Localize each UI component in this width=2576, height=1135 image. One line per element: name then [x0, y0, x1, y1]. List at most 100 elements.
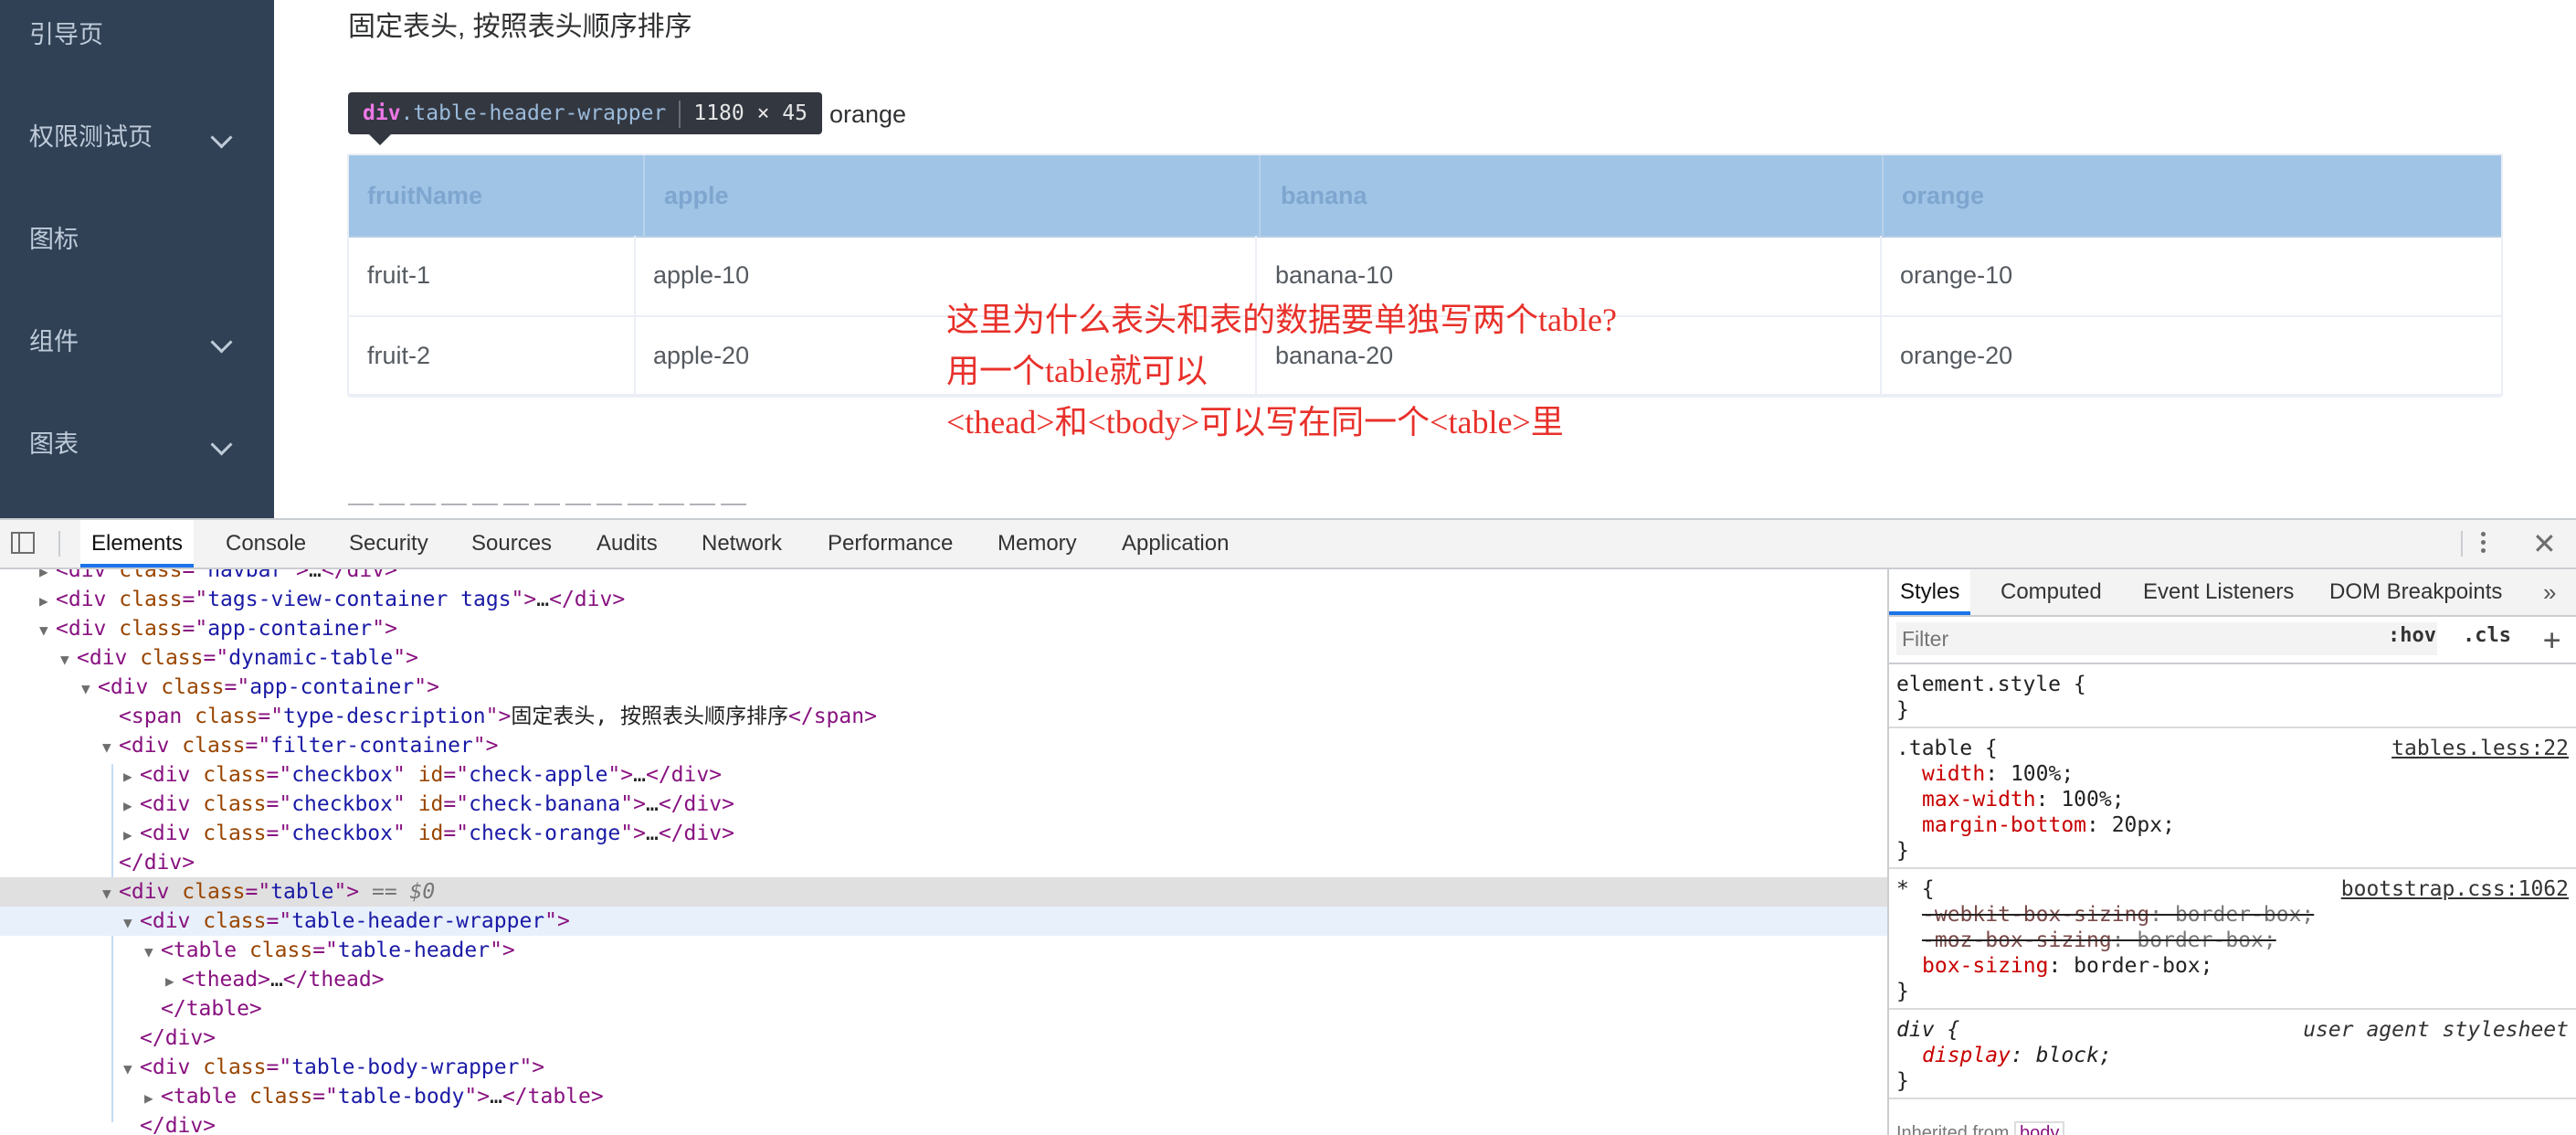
- dock-side-icon[interactable]: [11, 532, 35, 554]
- expanded-triangle-icon[interactable]: ▼: [102, 879, 119, 908]
- collapsed-triangle-icon[interactable]: ▶: [123, 762, 140, 791]
- dom-node-line[interactable]: ▼ <div class="table"> == $0: [0, 877, 1887, 907]
- tab-performance[interactable]: Performance: [817, 520, 964, 568]
- dom-node-line[interactable]: <span class="type-description">固定表头, 按照表…: [0, 702, 1887, 731]
- devtools-panel: Elements Console Security Sources Audits…: [0, 518, 2576, 1135]
- collapsed-triangle-icon[interactable]: ▶: [123, 791, 140, 821]
- rule-selector[interactable]: element.style {: [1896, 672, 2086, 697]
- dom-token: =": [266, 763, 292, 787]
- tab-sources[interactable]: Sources: [460, 520, 563, 568]
- more-options-icon[interactable]: [2481, 532, 2486, 556]
- css-declaration[interactable]: -moz-box-sizing: border-box;: [1922, 928, 2276, 953]
- tab-computed[interactable]: Computed: [1990, 569, 2113, 615]
- css-declaration[interactable]: display: block;: [1922, 1043, 2112, 1068]
- tab-event-listeners[interactable]: Event Listeners: [2132, 569, 2305, 615]
- expanded-triangle-icon[interactable]: ▼: [39, 616, 56, 645]
- dom-token: ">: [607, 763, 634, 787]
- dom-node-line[interactable]: ▶ <div class="checkbox" id="check-apple">…: [0, 760, 1887, 790]
- expanded-triangle-icon[interactable]: ▼: [81, 674, 98, 704]
- dom-node-line[interactable]: ▼ <table class="table-header">: [0, 936, 1887, 965]
- expanded-triangle-icon[interactable]: ▼: [123, 1055, 140, 1084]
- close-icon[interactable]: ✕: [2532, 527, 2557, 560]
- tab-audits[interactable]: Audits: [586, 520, 669, 568]
- dom-token: app-container: [207, 617, 373, 641]
- column-header-banana: banana: [1281, 182, 1367, 209]
- dom-node-line[interactable]: ▶ <div class="checkbox" id="check-banana"…: [0, 790, 1887, 819]
- expanded-triangle-icon[interactable]: ▼: [123, 908, 140, 938]
- table-cell: orange-10: [1900, 261, 2013, 289]
- expanded-triangle-icon[interactable]: ▼: [144, 938, 161, 967]
- sidebar-item-components[interactable]: 组件: [0, 314, 274, 369]
- rule-selector[interactable]: div {: [1896, 1017, 1959, 1043]
- dom-node-line[interactable]: ▶ <div class="tags-view-container tags">……: [0, 585, 1887, 614]
- dom-token: checkbox: [291, 763, 393, 787]
- dom-node-line[interactable]: ▶ <thead>…</thead>: [0, 965, 1887, 994]
- dom-token: class: [119, 617, 183, 641]
- dom-token: ">: [333, 880, 360, 904]
- lock-icon: [0, 130, 9, 146]
- dom-node-line[interactable]: ▶ <div class="navbar">…</div>: [0, 569, 1887, 585]
- dom-token: </div>: [119, 851, 195, 875]
- css-declaration[interactable]: max-width: 100%;: [1922, 787, 2125, 812]
- css-declaration[interactable]: -webkit-box-sizing: border-box;: [1922, 902, 2314, 928]
- tab-application[interactable]: Application: [1111, 520, 1240, 568]
- styles-filter-input[interactable]: [1896, 622, 2437, 655]
- collapsed-triangle-icon[interactable]: ▶: [144, 1084, 161, 1113]
- dom-node-line[interactable]: ▼ <div class="dynamic-table">: [0, 643, 1887, 673]
- cls-toggle[interactable]: .cls: [2463, 624, 2511, 647]
- dom-node-line[interactable]: </div>: [0, 1111, 1887, 1135]
- dom-node-line[interactable]: </div>: [0, 848, 1887, 877]
- new-style-rule-icon[interactable]: +: [2543, 617, 2560, 663]
- dom-token: …: [536, 588, 550, 611]
- rule-selector[interactable]: .table {: [1896, 736, 1998, 761]
- column-divider: [634, 316, 636, 397]
- expanded-triangle-icon[interactable]: ▼: [60, 645, 77, 674]
- dom-token: <div: [140, 792, 204, 816]
- tab-network[interactable]: Network: [691, 520, 793, 568]
- dom-node-line[interactable]: </div>: [0, 1024, 1887, 1053]
- tab-memory[interactable]: Memory: [987, 520, 1088, 568]
- collapsed-triangle-icon[interactable]: ▶: [165, 967, 182, 996]
- chevron-down-icon: [210, 331, 233, 354]
- sidebar-item-guide[interactable]: 引导页: [0, 7, 274, 62]
- dom-node-line[interactable]: ▼ <div class="app-container">: [0, 614, 1887, 643]
- rule-source-link[interactable]: bootstrap.css:1062: [2341, 876, 2569, 902]
- dom-node-line[interactable]: ▼ <div class="filter-container">: [0, 731, 1887, 760]
- dom-token: </div>: [658, 822, 734, 845]
- tab-elements[interactable]: Elements: [80, 520, 195, 568]
- tab-security[interactable]: Security: [338, 520, 439, 568]
- css-declaration[interactable]: box-sizing: border-box;: [1922, 953, 2213, 979]
- collapsed-triangle-icon[interactable]: ▶: [39, 587, 56, 616]
- dom-node-line[interactable]: ▶ <div class="checkbox" id="check-orange"…: [0, 819, 1887, 848]
- dom-token: ": [392, 822, 418, 845]
- rule-selector[interactable]: * {: [1896, 876, 1935, 902]
- dom-node-line[interactable]: ▼ <div class="table-body-wrapper">: [0, 1053, 1887, 1082]
- sidebar-item-charts[interactable]: 图表: [0, 417, 274, 472]
- dom-node-line[interactable]: </table>: [0, 994, 1887, 1024]
- elements-dom-tree[interactable]: ▶ <div class="navbar">…</div> ▶ <div class=…: [0, 569, 1887, 1135]
- dom-node-line[interactable]: ▼ <div class="table-header-wrapper">: [0, 907, 1887, 936]
- dom-token: =": [443, 822, 470, 845]
- icons-icon: [0, 232, 9, 249]
- collapsed-triangle-icon[interactable]: ▶: [123, 821, 140, 850]
- more-tabs-icon[interactable]: »: [2543, 569, 2556, 615]
- tab-dom-breakpoints[interactable]: DOM Breakpoints: [2318, 569, 2513, 615]
- dom-token: navbar: [207, 569, 284, 582]
- tab-console[interactable]: Console: [215, 520, 317, 568]
- dom-token: …: [645, 792, 659, 816]
- sidebar-item-permission[interactable]: 权限测试页: [0, 110, 274, 164]
- css-declaration[interactable]: width: 100%;: [1922, 761, 2074, 787]
- filter-checkbox-orange[interactable]: orange: [829, 101, 906, 129]
- dom-node-line[interactable]: ▶ <table class="table-body">…</table>: [0, 1082, 1887, 1111]
- sidebar-item-icons[interactable]: 图标: [0, 212, 274, 267]
- dom-node-line[interactable]: ▼ <div class="app-container">: [0, 673, 1887, 702]
- sidebar-item-label: 权限测试页: [29, 123, 153, 151]
- dom-token: </div>: [645, 763, 723, 787]
- hov-toggle[interactable]: :hov: [2388, 624, 2436, 647]
- css-declaration[interactable]: margin-bottom: 20px;: [1922, 812, 2175, 838]
- rule-source-link[interactable]: tables.less:22: [2391, 736, 2569, 761]
- annotation-line: <thead>和<tbody>可以写在同一个<table>里: [946, 404, 1564, 440]
- tab-styles[interactable]: Styles: [1889, 569, 1971, 615]
- expanded-triangle-icon[interactable]: ▼: [102, 733, 119, 762]
- toolbar-divider: [58, 531, 60, 557]
